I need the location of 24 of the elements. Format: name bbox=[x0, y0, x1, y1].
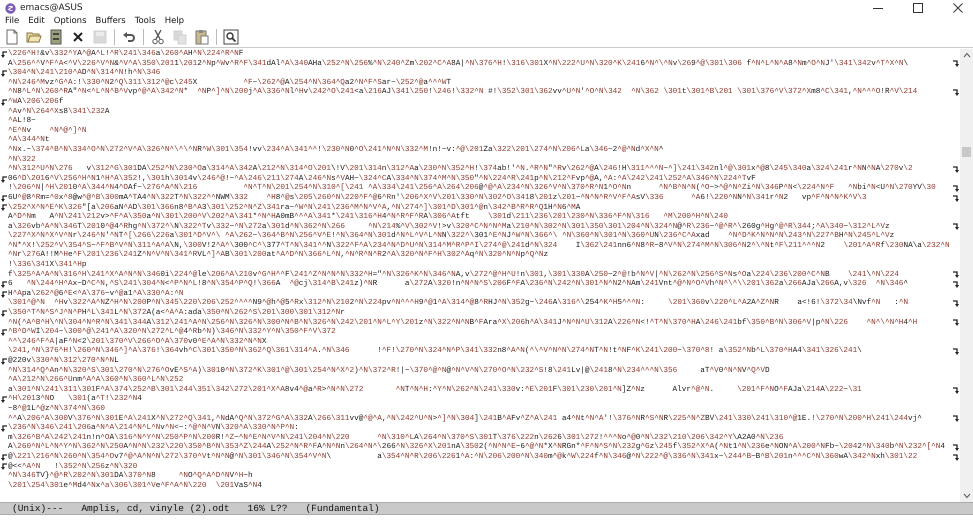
menu-item[interactable]: Help bbox=[164, 16, 184, 27]
scissors-icon[interactable] bbox=[150, 29, 166, 45]
app-icon bbox=[5, 2, 16, 14]
scroll-thumb[interactable] bbox=[962, 147, 971, 157]
window-title: emacs@ASUS bbox=[20, 3, 83, 13]
clipboard-icon[interactable] bbox=[194, 29, 210, 45]
menu-item[interactable]: Edit bbox=[28, 16, 45, 27]
buffer-name: Amplis, cd, vinyle (2).odt bbox=[81, 503, 230, 514]
menu-item[interactable]: File bbox=[5, 16, 20, 27]
close-icon[interactable] bbox=[953, 3, 963, 13]
major-mode: (Fundamental) bbox=[305, 503, 380, 514]
scrollbar[interactable] bbox=[960, 49, 973, 502]
buffer-position: 16% L?? bbox=[248, 503, 288, 514]
cabinet-icon[interactable] bbox=[48, 29, 64, 45]
menu-item[interactable]: Buffers bbox=[96, 16, 126, 27]
search-icon[interactable] bbox=[223, 29, 239, 45]
scroll-up-icon[interactable] bbox=[962, 52, 970, 58]
maximize-icon[interactable] bbox=[913, 3, 923, 13]
menu-item[interactable]: Tools bbox=[134, 16, 156, 27]
new-file-icon[interactable] bbox=[4, 29, 20, 45]
coding-status: (Unix)--- bbox=[12, 503, 64, 514]
menu-item[interactable]: Options bbox=[54, 16, 86, 27]
scroll-down-icon[interactable] bbox=[962, 493, 970, 499]
undo-icon[interactable] bbox=[121, 29, 137, 45]
